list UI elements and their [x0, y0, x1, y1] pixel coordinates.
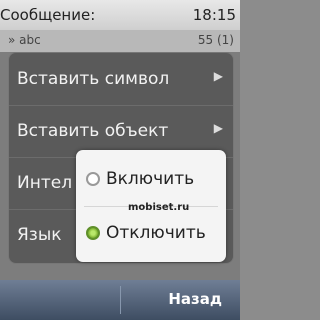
menu-item-label: Интел	[17, 173, 73, 193]
option-enable[interactable]: Включить	[76, 156, 226, 206]
menu-item-label: Язык	[17, 225, 62, 245]
option-disable[interactable]: Отключить	[76, 210, 226, 260]
recipient-field: » abc	[8, 33, 41, 47]
submenu-arrow-icon: ▶	[213, 121, 223, 135]
submenu-arrow-icon: ▶	[213, 69, 223, 83]
clock: 18:15	[192, 6, 236, 24]
back-button[interactable]: Назад	[168, 290, 222, 308]
softkey-divider	[120, 286, 121, 314]
menu-item-label: Вставить объект	[17, 121, 169, 141]
radio-on-icon	[86, 226, 100, 240]
screen-title: Сообщение:	[0, 6, 96, 24]
option-label: Отключить	[106, 223, 206, 243]
softkey-bar: Назад	[0, 280, 240, 320]
radio-off-icon	[86, 172, 100, 186]
status-bar: Сообщение: 18:15	[0, 0, 240, 30]
char-counter: 55 (1)	[197, 33, 234, 47]
menu-item-insert-symbol[interactable]: Вставить символ ▶	[9, 53, 233, 106]
predictive-text-submenu: Включить mobiset.ru Отключить	[76, 150, 226, 262]
menu-item-label: Вставить символ	[17, 69, 170, 89]
message-info-row: » abc 55 (1)	[0, 30, 240, 52]
option-label: Включить	[106, 169, 195, 189]
